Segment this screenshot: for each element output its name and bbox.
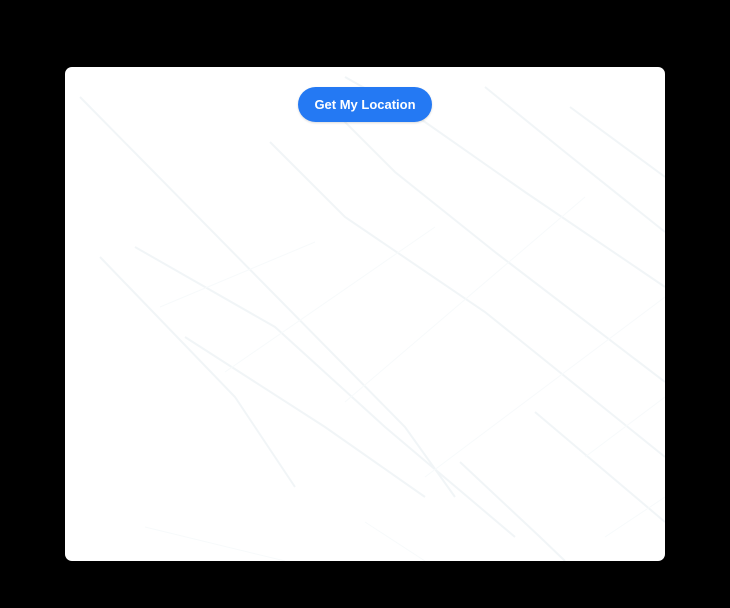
- get-my-location-button[interactable]: Get My Location: [298, 87, 432, 122]
- map-street: [424, 296, 665, 478]
- map-road: [534, 411, 665, 523]
- map-street: [604, 496, 665, 538]
- map-tiles[interactable]: [65, 67, 665, 561]
- map-street: [364, 521, 426, 561]
- map-container[interactable]: Get My Location: [65, 67, 665, 561]
- map-street: [144, 526, 286, 561]
- map-road: [314, 91, 665, 383]
- map-road: [134, 246, 516, 538]
- map-road: [184, 336, 426, 498]
- map-road: [459, 461, 566, 561]
- app-stage: Get My Location: [0, 0, 730, 608]
- map-road: [79, 96, 456, 498]
- map-road: [484, 86, 665, 233]
